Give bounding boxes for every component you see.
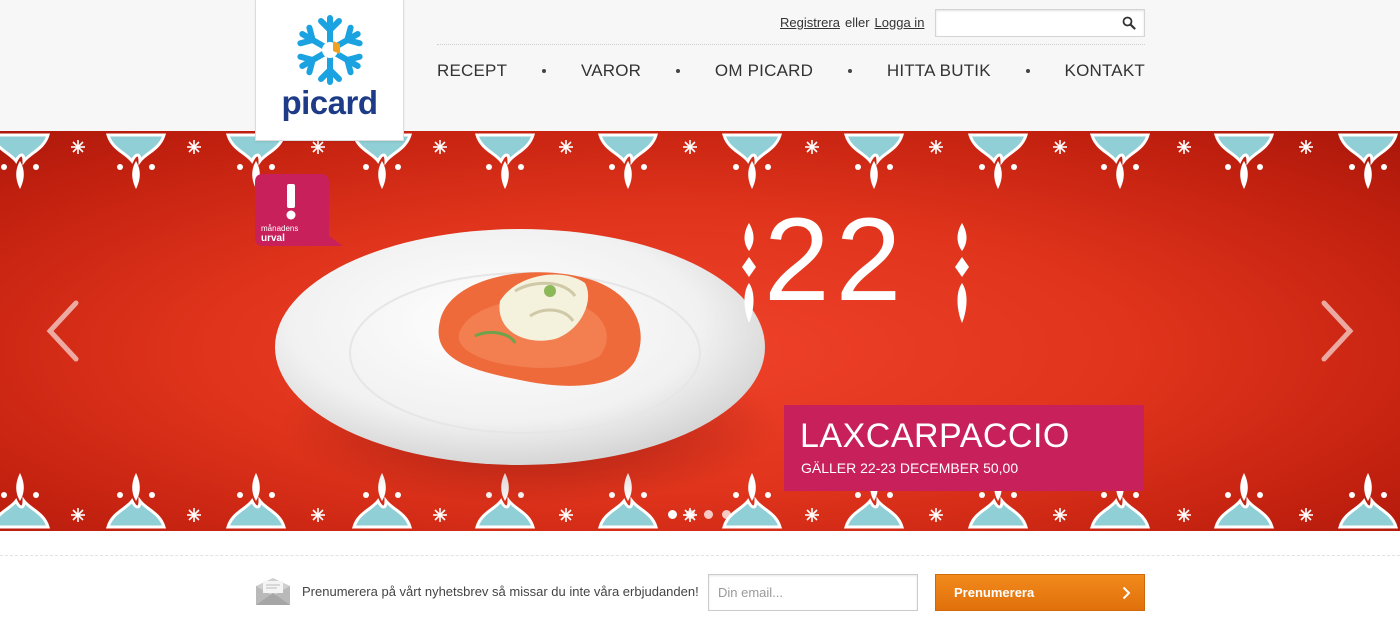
header-divider bbox=[437, 44, 1145, 45]
nav-separator-dot bbox=[542, 69, 547, 73]
chevron-right-icon bbox=[1122, 586, 1131, 600]
nav-item-hitta-butik[interactable]: HITTA BUTIK bbox=[887, 61, 991, 81]
carousel-prev-arrow-icon[interactable] bbox=[44, 299, 84, 363]
login-link[interactable]: Logga in bbox=[875, 15, 925, 30]
footer-divider bbox=[0, 555, 1400, 556]
subscribe-button-label: Prenumerera bbox=[954, 585, 1035, 600]
carousel-dot[interactable] bbox=[668, 510, 677, 519]
nav-separator-dot bbox=[1025, 69, 1030, 73]
auth-separator: eller bbox=[844, 15, 870, 30]
nav-item-om-picard[interactable]: OM PICARD bbox=[715, 61, 813, 81]
promo-box[interactable]: LAXCARPACCIO GÄLLER 22-23 DECEMBER 50,00 bbox=[784, 405, 1144, 491]
search-input[interactable] bbox=[936, 10, 1116, 36]
envelope-icon bbox=[256, 578, 290, 605]
email-field[interactable] bbox=[708, 574, 918, 611]
nav-separator-dot bbox=[847, 69, 852, 73]
subscribe-button[interactable]: Prenumerera bbox=[935, 574, 1145, 611]
promo-title: LAXCARPACCIO bbox=[800, 417, 1070, 455]
newsletter-section: Prenumerera på vårt nyhetsbrev så missar… bbox=[0, 531, 1400, 626]
snowflake-icon bbox=[290, 15, 370, 86]
main-nav: RECEPT VAROR OM PICARD HITTA BUTIK KONTA… bbox=[437, 60, 1145, 82]
nav-separator-dot bbox=[676, 69, 681, 73]
ornament-border-top bbox=[0, 133, 1398, 191]
carousel-dot[interactable] bbox=[686, 510, 695, 519]
day-number: 22 bbox=[764, 194, 908, 326]
newsletter-text: Prenumerera på vårt nyhetsbrev så missar… bbox=[302, 584, 699, 599]
promo-subtitle: GÄLLER 22-23 DECEMBER 50,00 bbox=[801, 460, 1019, 476]
brand-name: picard bbox=[281, 84, 378, 121]
nav-item-recept[interactable]: RECEPT bbox=[437, 61, 507, 81]
carousel-dot[interactable] bbox=[704, 510, 713, 519]
site-header: picard Registrera eller Logga in RECEPT VA… bbox=[0, 0, 1400, 141]
auth-links: Registrera eller Logga in bbox=[780, 15, 924, 30]
ornament-left bbox=[742, 223, 756, 323]
nav-item-kontakt[interactable]: KONTAKT bbox=[1065, 61, 1145, 81]
nav-item-varor[interactable]: VAROR bbox=[581, 61, 641, 81]
ornament-right bbox=[955, 223, 969, 323]
carousel-next-arrow-icon[interactable] bbox=[1316, 299, 1356, 363]
register-link[interactable]: Registrera bbox=[780, 15, 840, 30]
search-box bbox=[935, 9, 1145, 37]
hero-carousel: månadens urval 22 LAXCARPACCIO GÄLLER 22… bbox=[0, 131, 1400, 531]
search-icon[interactable] bbox=[1122, 16, 1136, 30]
carousel-dots bbox=[668, 510, 731, 519]
picard-logo[interactable]: picard bbox=[255, 0, 404, 141]
carousel-dot[interactable] bbox=[722, 510, 731, 519]
dish-image bbox=[275, 229, 775, 506]
